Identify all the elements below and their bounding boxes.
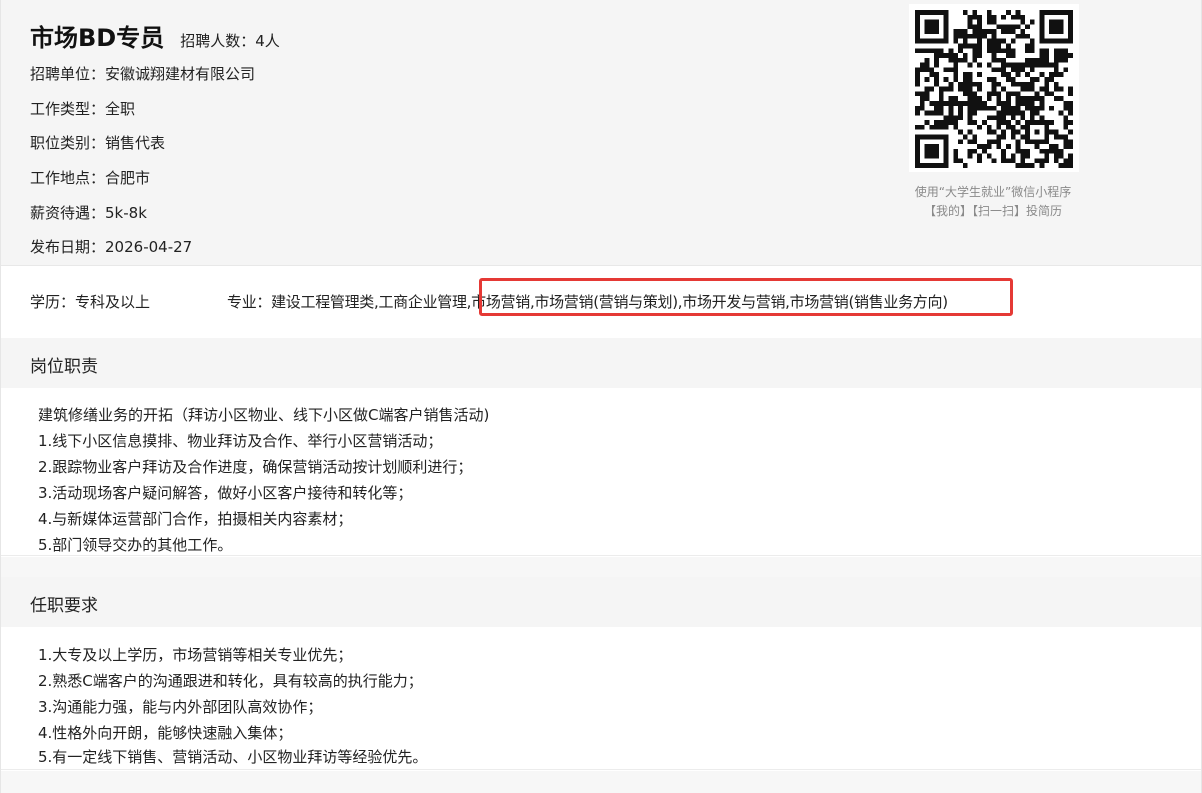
duties-heading: 岗位职责 [30,357,98,377]
duty-line: 3.活动现场客户疑问解答，做好小区客户接待和转化等； [38,484,413,502]
salary-row: 薪资待遇：5k-8k [30,203,255,238]
job-title: 市场BD专员 [30,24,165,52]
qr-note-line2: 【我的】【扫一扫】投简历 [923,204,1062,218]
duty-line: 建筑修缮业务的开拓（拜访小区物业、线下小区做C端客户销售活动) [38,406,490,424]
duties-section-body: 建筑修缮业务的开拓（拜访小区物业、线下小区做C端客户销售活动) 1.线下小区信息… [1,388,1201,556]
duty-line: 5.部门领导交办的其他工作。 [38,536,233,554]
qualification-line: 4.性格外向开朗，能够快速融入集体； [38,724,293,742]
job-info-list: 招聘单位：安徽诚翔建材有限公司 工作类型：全职 职位类别：销售代表 工作地点：合… [30,64,255,272]
location-row: 工作地点：合肥市 [30,168,255,203]
headcount: 招聘人数：4人 [180,32,280,50]
education-major-row: 学历：专科及以上 专业：建设工程管理类,工商企业管理,市场营销,市场营销(营销与… [1,267,1201,335]
job-type-row: 工作类型：全职 [30,99,255,134]
highlight-annotation-box [479,278,1013,316]
qualifications-section-header: 任职要求 [1,577,1201,627]
qualification-line: 5.有一定线下销售、营销活动、小区物业拜访等经验优先。 [38,748,428,766]
job-type-label: 工作类型： [30,99,106,118]
company-value: 安徽诚翔建材有限公司 [105,65,256,83]
qr-note-line1: 使用“大学生就业”微信小程序 [914,185,1072,199]
duties-section-header: 岗位职责 [1,338,1201,388]
qr-code-icon [915,10,1073,168]
education-requirement: 学历：专科及以上 [30,293,151,311]
duty-line: 2.跟踪物业客户拜访及合作进度，确保营销活动按计划顺利进行； [38,458,473,476]
post-date-value: 2026-04-27 [105,238,193,257]
title-row: 市场BD专员 招聘人数：4人 [30,18,280,53]
post-date-label: 发布日期： [30,238,106,257]
page-bottom-spacer [1,771,1201,793]
job-type-value: 全职 [105,99,136,118]
qualifications-heading: 任职要求 [30,596,98,616]
salary-value: 5k-8k [105,203,147,222]
qualification-line: 3.沟通能力强，能与内外部团队高效协作； [38,698,323,716]
job-detail-page: 市场BD专员 招聘人数：4人 招聘单位：安徽诚翔建材有限公司 工作类型：全职 职… [0,0,1202,793]
category-row: 职位类别：销售代表 [30,133,255,168]
category-label: 职位类别： [30,134,106,153]
qualification-line: 2.熟悉C端客户的沟通跟进和转化，具有较高的执行能力； [38,672,423,690]
duty-line: 1.线下小区信息摸排、物业拜访及合作、举行小区营销活动； [38,432,443,450]
location-value: 合肥市 [105,169,151,188]
job-header: 市场BD专员 招聘人数：4人 招聘单位：安徽诚翔建材有限公司 工作类型：全职 职… [1,0,1201,266]
section-spacer [1,557,1201,577]
qr-code[interactable] [909,4,1079,172]
company-row: 招聘单位：安徽诚翔建材有限公司 [30,64,255,99]
salary-label: 薪资待遇： [30,203,106,222]
qr-instructions: 使用“大学生就业”微信小程序 【我的】【扫一扫】投简历 [881,183,1105,221]
category-value: 销售代表 [105,134,166,153]
company-label: 招聘单位： [30,65,106,83]
duty-line: 4.与新媒体运营部门合作，拍摄相关内容素材； [38,510,353,528]
qualifications-section-body: 1.大专及以上学历，市场营销等相关专业优先； 2.熟悉C端客户的沟通跟进和转化，… [1,627,1201,770]
qualification-line: 1.大专及以上学历，市场营销等相关专业优先； [38,646,353,664]
location-label: 工作地点： [30,169,106,188]
